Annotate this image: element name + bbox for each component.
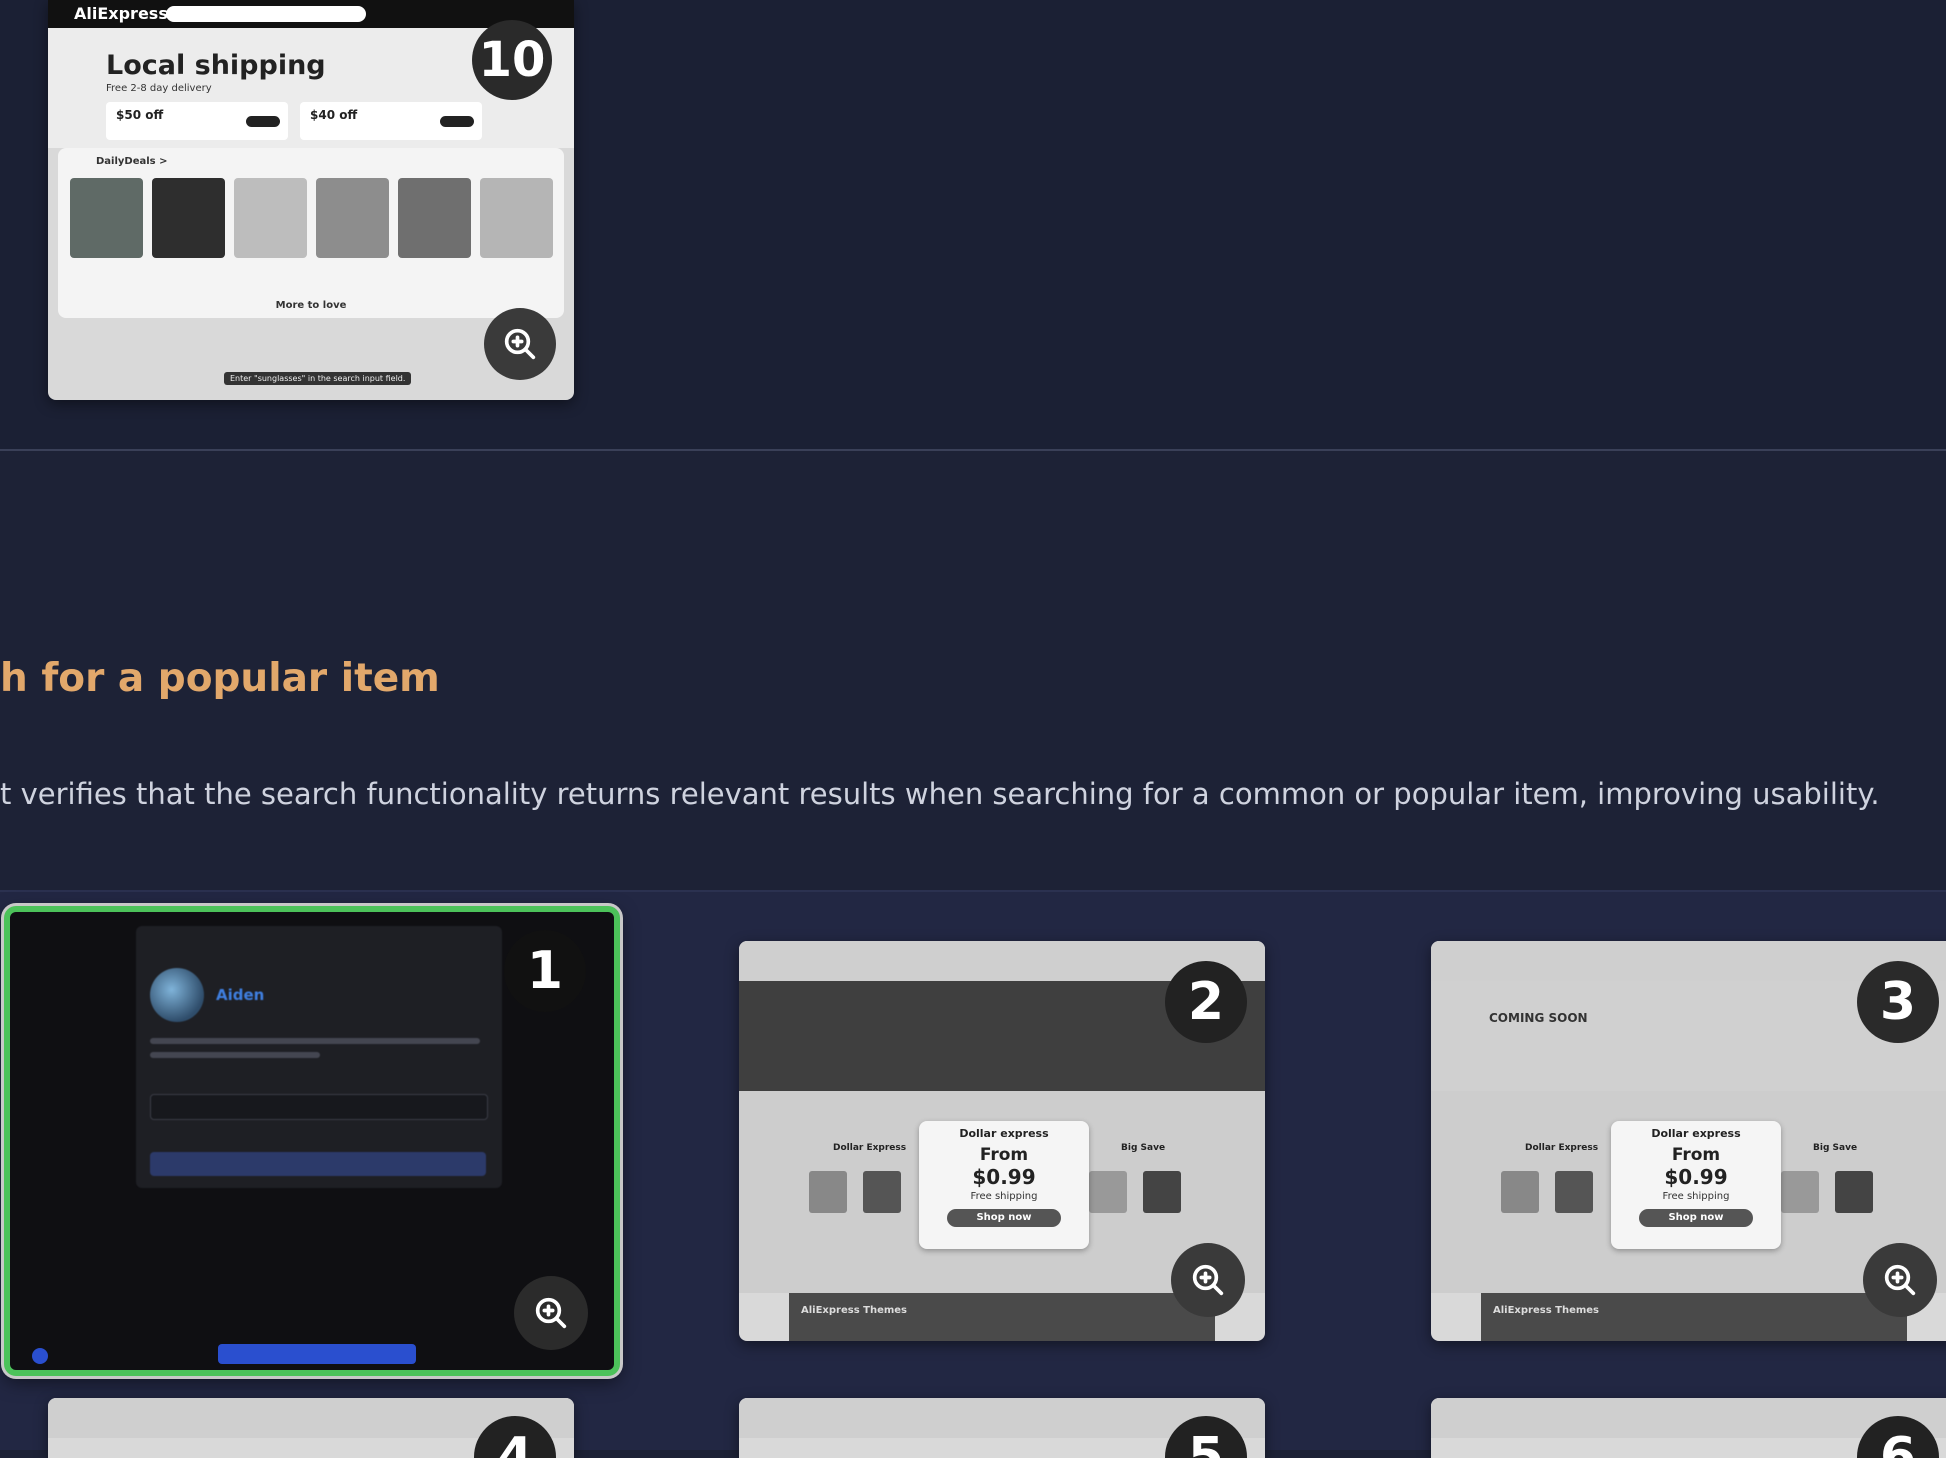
navigate-button bbox=[218, 1344, 416, 1364]
screenshot-thumb-4[interactable]: 4 bbox=[48, 1398, 574, 1458]
url-field bbox=[150, 1094, 488, 1120]
screenshot-thumb-6[interactable]: 6 bbox=[1431, 1398, 1946, 1458]
shop-now-button: Shop now bbox=[947, 1209, 1061, 1227]
dollar-express-label: Dollar Express bbox=[1525, 1143, 1599, 1153]
price: $0.99 bbox=[1664, 1165, 1728, 1189]
card-title: Dollar express bbox=[959, 1127, 1049, 1140]
big-save-label: Big Save bbox=[1121, 1143, 1166, 1153]
coupon-card: $40 off bbox=[300, 102, 482, 140]
big-save-label: Big Save bbox=[1813, 1143, 1858, 1153]
product-image bbox=[234, 178, 307, 258]
avatar bbox=[150, 968, 204, 1022]
coming-soon-label: COMING SOON bbox=[1489, 1011, 1588, 1025]
from-label: From bbox=[1671, 1145, 1721, 1165]
themes-label: AliExpress Themes bbox=[1493, 1305, 1600, 1316]
themes-banner: AliExpress Themes bbox=[789, 1293, 1215, 1341]
agent-panel: Aiden bbox=[136, 926, 502, 1188]
themes-banner: AliExpress Themes bbox=[1481, 1293, 1907, 1341]
zoom-in-icon bbox=[535, 1297, 567, 1329]
screenshot-thumb-1[interactable]: Aiden 1 bbox=[4, 906, 620, 1376]
zoom-in-icon bbox=[1192, 1264, 1224, 1296]
banner-subtitle: Free 2-8 day delivery bbox=[106, 83, 212, 94]
screenshot-thumb-3[interactable]: COMING SOON Dollar Express Big Save Doll… bbox=[1431, 941, 1946, 1341]
product-image bbox=[1089, 1171, 1127, 1213]
shop-now-button: Shop now bbox=[1639, 1209, 1753, 1227]
daily-deals-title: DailyDeals > bbox=[96, 156, 168, 167]
step-badge: 3 bbox=[1857, 961, 1939, 1043]
test-description: t verifies that the search functionality… bbox=[0, 777, 1880, 811]
product-image bbox=[863, 1171, 901, 1213]
dollar-express-label: Dollar Express bbox=[833, 1143, 907, 1153]
product-image bbox=[1143, 1171, 1181, 1213]
product-image bbox=[1835, 1171, 1873, 1213]
aliexpress-logo: AliExpress bbox=[74, 4, 168, 23]
zoom-in-button[interactable] bbox=[484, 308, 556, 380]
card-title: Dollar express bbox=[1651, 1127, 1741, 1140]
coupon-label: $40 off bbox=[310, 108, 358, 122]
screenshot-thumb-10[interactable]: AliExpress Local shipping Free 2-8 day d… bbox=[48, 0, 574, 400]
step-badge: 1 bbox=[504, 930, 586, 1012]
more-to-love-title: More to love bbox=[275, 300, 347, 311]
product-image bbox=[1781, 1171, 1819, 1213]
product-image bbox=[152, 178, 225, 258]
dollar-express-card: Dollar express From $0.99 Free shipping … bbox=[1611, 1121, 1781, 1249]
section-divider bbox=[0, 449, 1946, 451]
zoom-in-icon bbox=[1884, 1264, 1916, 1296]
step-badge: 2 bbox=[1165, 961, 1247, 1043]
zoom-in-button[interactable] bbox=[1863, 1243, 1937, 1317]
test-heading: h for a popular item bbox=[0, 656, 440, 701]
step-badge: 10 bbox=[472, 20, 552, 100]
coupon-label: $50 off bbox=[116, 108, 164, 122]
product-image bbox=[70, 178, 143, 258]
shipping-label: Free shipping bbox=[1662, 1191, 1730, 1202]
coupon-card: $50 off bbox=[106, 102, 288, 140]
search-input bbox=[166, 6, 366, 22]
product-image bbox=[809, 1171, 847, 1213]
text-line bbox=[150, 1038, 480, 1044]
screenshot-thumb-5[interactable]: 5 bbox=[739, 1398, 1265, 1458]
dollar-express-card: Dollar express From $0.99 Free shipping … bbox=[919, 1121, 1089, 1249]
screenshot-thumb-2[interactable]: Dollar Express Big Save Dollar express F… bbox=[739, 941, 1265, 1341]
status-dot bbox=[32, 1348, 48, 1364]
product-image bbox=[1555, 1171, 1593, 1213]
themes-label: AliExpress Themes bbox=[801, 1305, 908, 1316]
banner-title: Local shipping bbox=[106, 50, 326, 81]
product-image bbox=[398, 178, 471, 258]
product-image bbox=[1501, 1171, 1539, 1213]
from-label: From bbox=[979, 1145, 1029, 1165]
product-image bbox=[316, 178, 389, 258]
daily-deals: DailyDeals > More to love bbox=[58, 148, 564, 318]
agent-name: Aiden bbox=[216, 986, 265, 1004]
status-bar bbox=[150, 1152, 486, 1176]
price: $0.99 bbox=[972, 1165, 1036, 1189]
zoom-in-icon bbox=[504, 328, 536, 360]
product-image bbox=[480, 178, 553, 258]
grid-divider bbox=[0, 890, 1946, 892]
zoom-in-button[interactable] bbox=[514, 1276, 588, 1350]
shipping-label: Free shipping bbox=[970, 1191, 1038, 1202]
tooltip: Enter "sunglasses" in the search input f… bbox=[224, 372, 412, 385]
text-line bbox=[150, 1052, 320, 1058]
zoom-in-button[interactable] bbox=[1171, 1243, 1245, 1317]
